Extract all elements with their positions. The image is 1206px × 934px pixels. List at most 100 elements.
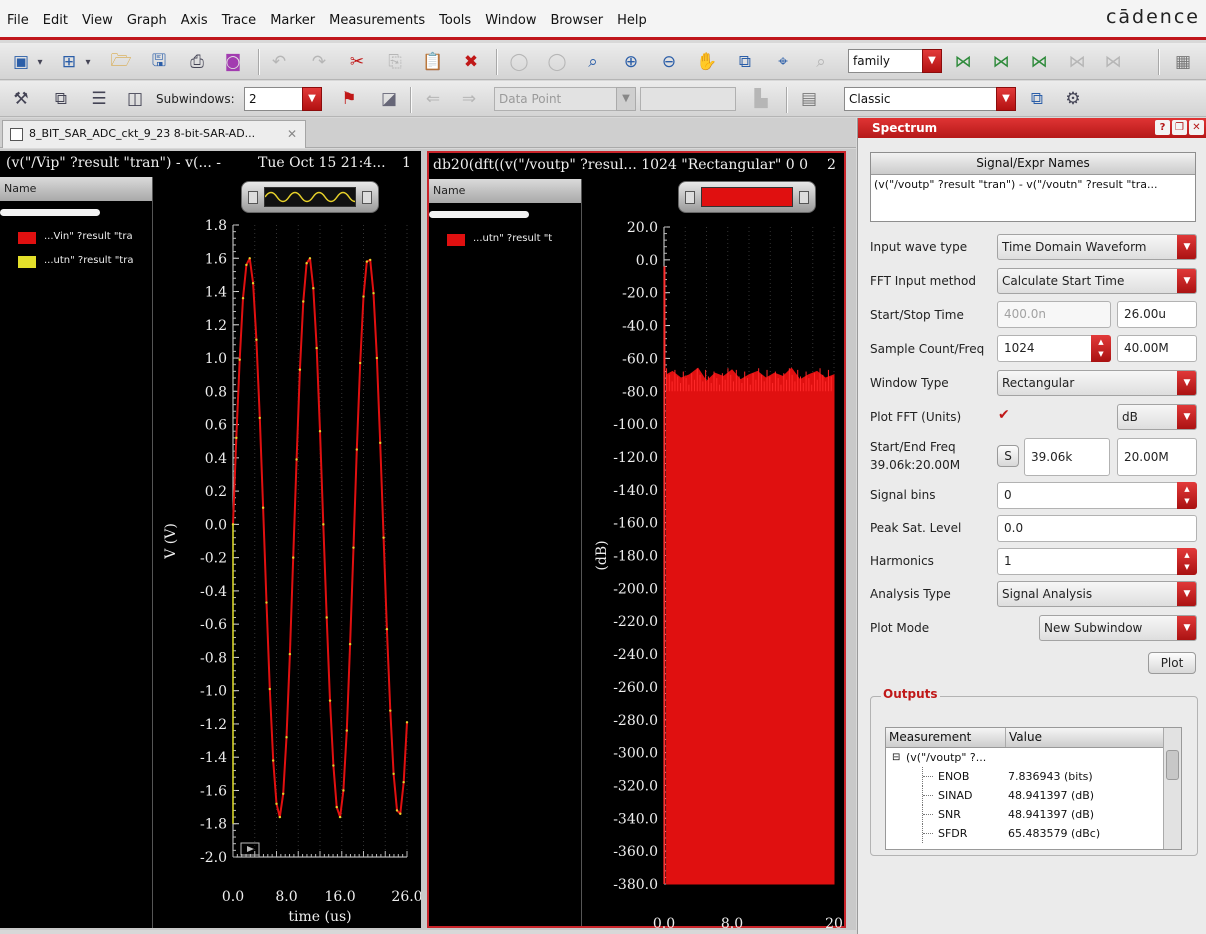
signal-bins-stepper[interactable]: 0 ▲ ▼ bbox=[997, 482, 1197, 509]
table-row[interactable]: SINAD 48.941397 (dB) bbox=[886, 786, 1181, 805]
copy-icon[interactable]: ⎘ bbox=[382, 50, 408, 74]
zoom-out-icon[interactable]: ⊖ bbox=[656, 50, 682, 74]
chevron-down-icon[interactable]: ▼ bbox=[302, 87, 322, 111]
style-combo[interactable]: Classic ▼ bbox=[844, 87, 1016, 111]
chevron-down-icon[interactable]: ▼ bbox=[996, 87, 1016, 111]
start-time-input[interactable]: 400.0n bbox=[997, 301, 1111, 328]
signal-names-list[interactable]: Signal/Expr Names (v("/voutp" ?result "t… bbox=[870, 152, 1196, 222]
plot-button[interactable]: Plot bbox=[1148, 652, 1196, 674]
subwindow-spectrum[interactable]: db20(dft((v("/voutp" ?resul... 1024 "Rec… bbox=[427, 151, 846, 929]
histogram-icon[interactable]: ▙ bbox=[748, 87, 774, 111]
save-icon[interactable]: 🖫 bbox=[146, 50, 172, 74]
help-icon[interactable]: ? bbox=[1155, 120, 1170, 135]
family-stack-icon[interactable]: ⋈ bbox=[1064, 50, 1090, 74]
chevron-down-icon[interactable]: ▼ bbox=[922, 49, 942, 73]
transient-plot[interactable]: 1.8 1.6 1.4 1.2 1.0 0.8 0.6 0.4 0.2 0.0 -0.2 -0.4 -0… bbox=[153, 177, 421, 929]
legend-item[interactable]: ...utn" ?result "t bbox=[429, 228, 581, 252]
zoom-in-icon[interactable]: ⊕ bbox=[618, 50, 644, 74]
new-window-icon[interactable]: ▣ bbox=[8, 50, 34, 74]
tab-waveform-file[interactable]: 8_BIT_SAR_ADC_ckt_9_23 8-bit-SAR-AD... ✕ bbox=[2, 120, 306, 148]
cut-icon[interactable]: ✂ bbox=[344, 50, 370, 74]
delete-icon[interactable]: ✖ bbox=[458, 50, 484, 74]
family-table-icon[interactable]: ⋈ bbox=[1100, 50, 1126, 74]
menu-view[interactable]: View bbox=[75, 10, 120, 32]
calculator-icon[interactable]: ▤ bbox=[796, 87, 822, 111]
menu-axis[interactable]: Axis bbox=[174, 10, 215, 32]
sample-freq-input[interactable]: 40.00M bbox=[1117, 335, 1197, 362]
print-icon[interactable]: ⎙ bbox=[184, 50, 210, 74]
window-type-select[interactable]: Rectangular ▼ bbox=[997, 370, 1197, 396]
next-point-icon[interactable]: ⇒ bbox=[456, 87, 482, 111]
subwindows-combo[interactable]: 2 ▼ bbox=[244, 87, 322, 111]
sample-count-stepper[interactable]: 1024 ▲ ▼ bbox=[997, 335, 1111, 362]
plot-fft-checkbox[interactable]: ✔ bbox=[998, 407, 1010, 423]
collapse-icon[interactable]: ⊟ bbox=[892, 748, 900, 767]
peak-sat-level-input[interactable]: 0.0 bbox=[997, 515, 1197, 542]
zoom-fit-icon[interactable]: ⌕ bbox=[580, 50, 606, 74]
data-point-value-field[interactable] bbox=[640, 87, 736, 111]
menu-graph[interactable]: Graph bbox=[120, 10, 174, 32]
pan-icon[interactable]: ✋ bbox=[694, 50, 720, 74]
chevron-down-icon[interactable]: ▼ bbox=[616, 87, 636, 111]
close-icon[interactable]: ✕ bbox=[1189, 120, 1204, 135]
tag-icon[interactable]: ◪ bbox=[376, 87, 402, 111]
outputs-group-row[interactable]: ⊟ (v("/voutp" ?... bbox=[886, 748, 1181, 767]
input-wave-type-select[interactable]: Time Domain Waveform ▼ bbox=[997, 234, 1197, 260]
table-row[interactable]: ENOB 7.836943 (bits) bbox=[886, 767, 1181, 786]
end-freq-input[interactable]: 20.00M bbox=[1117, 438, 1197, 476]
outputs-table[interactable]: Measurement Value ⊟ (v("/voutp" ?... ENO… bbox=[885, 727, 1182, 850]
menu-trace[interactable]: Trace bbox=[215, 10, 264, 32]
window-settings-icon[interactable]: ⚙ bbox=[1060, 87, 1086, 111]
legend-scroll-bar[interactable] bbox=[429, 211, 529, 218]
open-folder-icon[interactable]: 🗁 bbox=[108, 50, 134, 74]
analysis-type-select[interactable]: Signal Analysis ▼ bbox=[997, 581, 1197, 607]
close-icon[interactable]: ✕ bbox=[287, 121, 297, 147]
legend-item[interactable]: ...Vin" ?result "tra bbox=[0, 226, 152, 250]
chevron-down-icon[interactable]: ▾ bbox=[34, 50, 46, 74]
data-point-combo[interactable]: Data Point ▼ bbox=[494, 87, 636, 111]
paste-icon[interactable]: 📋 bbox=[420, 50, 446, 74]
family-plot-icon[interactable]: ⋈ bbox=[950, 50, 976, 74]
spinner-arrows-icon[interactable]: ▲ ▼ bbox=[1177, 482, 1197, 509]
spectrum-plot[interactable]: 20.0 0.0 -20.0 -40.0 -60.0 -80.0 -100.0 -120.0 -… bbox=[584, 179, 846, 929]
legend-item[interactable]: ...utn" ?result "tra bbox=[0, 250, 152, 274]
family-combo[interactable]: family ▼ bbox=[848, 49, 942, 73]
menu-browser[interactable]: Browser bbox=[543, 10, 610, 32]
cards-icon[interactable]: ⧉ bbox=[48, 87, 74, 111]
spinner-arrows-icon[interactable]: ▲ ▼ bbox=[1177, 548, 1197, 575]
family-spread-icon[interactable]: ⋈ bbox=[988, 50, 1014, 74]
menu-tools[interactable]: Tools bbox=[432, 10, 478, 32]
zoom-reset-icon[interactable]: ⌕ bbox=[808, 50, 834, 74]
window-copy-icon[interactable]: ⧉ bbox=[1024, 87, 1050, 111]
zoom-region-icon[interactable]: ⌖ bbox=[770, 50, 796, 74]
float-icon[interactable]: ❐ bbox=[1172, 120, 1187, 135]
family-overlay-icon[interactable]: ⋈ bbox=[1026, 50, 1052, 74]
outputs-scrollbar[interactable] bbox=[1163, 728, 1181, 849]
new-subwindow-icon[interactable]: ⊞ bbox=[56, 50, 82, 74]
fft-input-method-select[interactable]: Calculate Start Time ▼ bbox=[997, 268, 1197, 294]
legend-scroll-bar[interactable] bbox=[0, 209, 100, 216]
flag-icon[interactable]: ⚑ bbox=[336, 87, 362, 111]
horizontal-split-icon[interactable]: ☰ bbox=[86, 87, 112, 111]
circle-icon[interactable]: ◯ bbox=[506, 50, 532, 74]
fft-units-select[interactable]: dB ▼ bbox=[1117, 404, 1197, 430]
table-row[interactable]: SFDR 65.483579 (dBc) bbox=[886, 824, 1181, 843]
chevron-down-icon[interactable]: ▾ bbox=[82, 50, 94, 74]
zoom-box-icon[interactable]: ⧉ bbox=[732, 50, 758, 74]
redo-icon[interactable]: ↷ bbox=[306, 50, 332, 74]
menu-help[interactable]: Help bbox=[610, 10, 654, 32]
undo-icon[interactable]: ↶ bbox=[266, 50, 292, 74]
menu-measurements[interactable]: Measurements bbox=[322, 10, 432, 32]
menu-window[interactable]: Window bbox=[478, 10, 543, 32]
stop-time-input[interactable]: 26.00u bbox=[1117, 301, 1197, 328]
circle-icon[interactable]: ◯ bbox=[544, 50, 570, 74]
scrollbar-thumb[interactable] bbox=[1166, 750, 1179, 780]
plot-mode-select[interactable]: New Subwindow ▼ bbox=[1039, 615, 1197, 641]
wand-icon[interactable]: ⚒ bbox=[8, 87, 34, 111]
column-measurement[interactable]: Measurement bbox=[886, 728, 1006, 747]
grid-icon[interactable]: ▦ bbox=[1170, 50, 1196, 74]
column-value[interactable]: Value bbox=[1006, 728, 1042, 747]
menu-marker[interactable]: Marker bbox=[263, 10, 322, 32]
table-row[interactable]: SNR 48.941397 (dB) bbox=[886, 805, 1181, 824]
vertical-split-icon[interactable]: ◫ bbox=[122, 87, 148, 111]
